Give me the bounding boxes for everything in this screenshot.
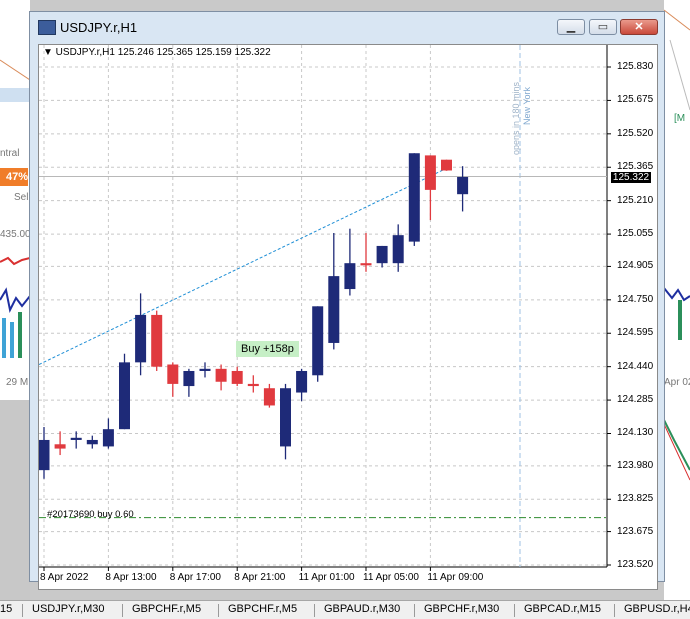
- candle-body: [119, 362, 130, 430]
- time-axis-label: 8 Apr 17:00: [169, 572, 221, 583]
- price-axis-label: 124.130: [617, 427, 654, 439]
- candle-body: [457, 176, 469, 195]
- time-axis-label: 8 Apr 21:00: [234, 572, 286, 583]
- candle-body: [296, 370, 308, 393]
- chart-window-icon: [38, 20, 56, 35]
- candle-body: [360, 263, 372, 266]
- chart-tab[interactable]: GBPCAD.r,M15: [524, 603, 601, 615]
- minimize-button[interactable]: ▁: [557, 19, 585, 35]
- price-axis-label: 123.675: [617, 525, 654, 537]
- chart-tab[interactable]: GBPAUD.r,M30: [324, 603, 400, 615]
- time-axis-label: 11 Apr 09:00: [427, 572, 484, 583]
- time-axis-label: 11 Apr 01:00: [298, 572, 355, 583]
- candle-body: [376, 245, 388, 264]
- background-text: 29 M: [6, 377, 29, 388]
- candle-body: [135, 314, 147, 363]
- candle-body: [424, 155, 436, 190]
- price-axis-label: 125.520: [617, 127, 654, 139]
- chart-tab[interactable]: GBPUSD.r,H4: [624, 603, 690, 615]
- background-text: ntral: [0, 148, 20, 159]
- close-button[interactable]: ✕: [620, 19, 658, 35]
- chart-tab[interactable]: GBPCHF.r,M5: [228, 603, 297, 615]
- candle-body: [392, 235, 404, 264]
- chart-tab[interactable]: GBPCHF.r,M30: [424, 603, 499, 615]
- price-axis-label: 124.285: [617, 394, 654, 406]
- price-axis-label: 125.675: [617, 94, 654, 106]
- candle-body: [408, 153, 420, 242]
- symbol-info-line[interactable]: ▼ USDJPY.r,H1 125.246 125.365 125.159 12…: [43, 47, 271, 58]
- background-text: Apr 02:3: [664, 377, 690, 388]
- session-name-label: New York: [522, 86, 532, 125]
- candle-body: [39, 439, 50, 471]
- time-axis-label: 11 Apr 05:00: [363, 572, 419, 583]
- window-titlebar[interactable]: USDJPY.r,H1 ▁ ▭ ✕: [30, 12, 664, 42]
- candle-body: [263, 388, 275, 406]
- chart-tab[interactable]: 15: [0, 603, 12, 615]
- window-title: USDJPY.r,H1: [60, 20, 138, 35]
- candle-body: [312, 306, 324, 376]
- candle-body: [344, 263, 356, 290]
- background-text: [M: [674, 113, 686, 124]
- chart-tabs-bar: 15 USDJPY.r,M30 GBPCHF.r,M5 GBPCHF.r,M5 …: [0, 600, 690, 619]
- price-axis-label: 123.980: [617, 459, 654, 471]
- chart-tab[interactable]: USDJPY.r,M30: [32, 603, 105, 615]
- candle-body: [199, 368, 211, 371]
- price-axis-label: 125.830: [617, 61, 654, 72]
- candle-body: [247, 383, 259, 387]
- trade-exit-marker: [444, 165, 449, 171]
- candle-body: [102, 429, 114, 447]
- background-chart-right-lines: [664, 9, 690, 481]
- chart-window[interactable]: USDJPY.r,H1 ▁ ▭ ✕ ▼ USDJPY.r,H1 125.246 …: [29, 11, 665, 590]
- price-axis-label: 125.055: [617, 228, 654, 240]
- background-panel-left: [0, 400, 30, 600]
- chart-area[interactable]: ▼ USDJPY.r,H1 125.246 125.365 125.159 12…: [38, 44, 658, 590]
- price-axis-label: 125.210: [617, 194, 654, 206]
- candle-body: [167, 364, 179, 384]
- time-axis-label: 8 Apr 2022: [40, 572, 89, 583]
- chart-tab[interactable]: GBPCHF.r,M5: [132, 603, 201, 615]
- candlestick-chart[interactable]: [39, 45, 657, 589]
- trade-profit-label[interactable]: Buy +158p: [236, 341, 299, 357]
- price-axis-label: 124.440: [617, 360, 654, 372]
- background-text: Sel: [14, 192, 29, 203]
- price-axis-label: 124.750: [617, 293, 654, 305]
- candle-body: [151, 314, 163, 367]
- maximize-button[interactable]: ▭: [589, 19, 617, 35]
- candle-body: [280, 388, 291, 447]
- time-axis-label: 8 Apr 13:00: [105, 572, 157, 583]
- background-text: 435.00: [0, 229, 31, 240]
- candle-body: [70, 437, 82, 440]
- candle-body: [86, 439, 98, 445]
- session-countdown-label: opens in 180 mins: [511, 81, 521, 155]
- price-axis-label: 124.595: [617, 327, 654, 339]
- background-percent-badge: 47%: [0, 168, 28, 186]
- candle-body: [54, 444, 66, 449]
- price-axis-label: 123.825: [617, 493, 654, 505]
- candle-body: [231, 370, 243, 384]
- current-price-label: 125.322: [611, 171, 651, 183]
- candle-body: [215, 368, 227, 382]
- background-chart-right: [M Apr 02:3: [664, 0, 690, 600]
- price-axis-label: 124.905: [617, 260, 654, 272]
- order-line-label[interactable]: #20173690 buy 0.60: [47, 509, 134, 520]
- price-axis-label: 123.520: [617, 559, 654, 570]
- candle-body: [183, 370, 195, 387]
- candle-body: [328, 276, 340, 343]
